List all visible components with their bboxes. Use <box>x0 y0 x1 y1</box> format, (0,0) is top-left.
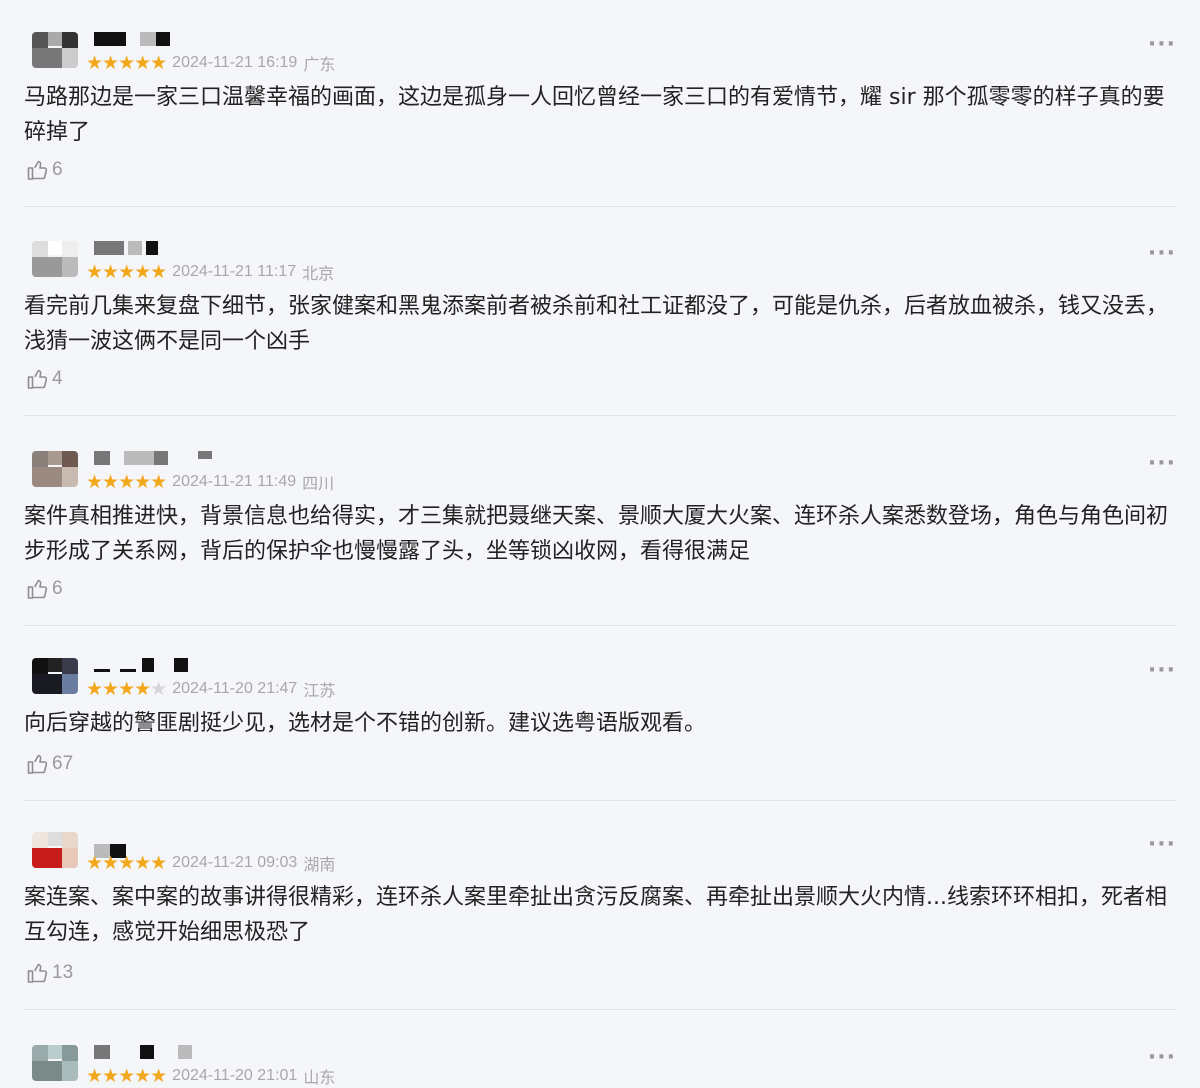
divider <box>24 625 1176 626</box>
rating-stars: ★★★★★ <box>86 852 167 874</box>
comment-text: 看完前几集来复盘下细节，张家健案和黑鬼添案前者被杀前和社工证都没了，可能是仇杀，… <box>24 294 1169 354</box>
divider <box>24 206 1176 207</box>
avatar[interactable] <box>32 241 78 277</box>
comment-meta: ★★★★★ 2024-11-21 11:49 四川 <box>86 471 334 493</box>
rating-stars: ★★★★★ <box>86 52 167 74</box>
like-count: 13 <box>52 962 74 983</box>
comment-date: 2024-11-20 21:47 <box>172 680 298 697</box>
comment-date: 2024-11-21 11:17 <box>172 263 297 280</box>
divider <box>24 800 1176 801</box>
divider <box>24 415 1176 416</box>
like-button[interactable]: 13 <box>26 961 73 985</box>
like-count: 6 <box>52 159 63 180</box>
comment-meta: ★★★★★ 2024-11-21 16:19 广东 <box>86 52 335 74</box>
comment-date: 2024-11-20 21:01 <box>172 1067 298 1084</box>
like-button[interactable]: 6 <box>26 158 63 182</box>
comment-date: 2024-11-21 11:49 <box>172 473 297 490</box>
like-count: 67 <box>52 753 74 774</box>
more-dots-icon[interactable]: ··· <box>1148 34 1176 56</box>
like-count: 6 <box>52 578 63 599</box>
like-count: 4 <box>52 368 63 389</box>
thumbs-up-icon <box>26 752 50 776</box>
thumbs-up-icon <box>26 367 50 391</box>
rating-stars: ★★★★★ <box>86 471 167 493</box>
more-dots-icon[interactable]: ··· <box>1148 834 1176 856</box>
comment-text: 马路那边是一家三口温馨幸福的画面，这边是孤身一人回忆曾经一家三口的有爱情节，耀 … <box>24 85 1165 145</box>
avatar[interactable] <box>32 832 78 868</box>
thumbs-up-icon <box>26 158 50 182</box>
comment-location: 湖南 <box>303 857 336 874</box>
comment-meta: ★★★★★ 2024-11-20 21:47 江苏 <box>86 678 335 700</box>
comment-meta: ★★★★★ 2024-11-21 09:03 湖南 <box>86 852 335 874</box>
avatar[interactable] <box>32 658 78 694</box>
more-dots-icon[interactable]: ··· <box>1148 1047 1176 1069</box>
divider <box>24 1009 1176 1010</box>
like-button[interactable]: 6 <box>26 577 63 601</box>
comment-text: 向后穿越的警匪剧挺少见，选材是个不错的创新。建议选粤语版观看。 <box>24 711 707 736</box>
comment-meta: ★★★★★ 2024-11-20 21:01 山东 <box>86 1065 335 1087</box>
comment-location: 北京 <box>302 266 335 283</box>
rating-stars: ★★★★★ <box>86 1065 167 1087</box>
avatar[interactable] <box>32 32 78 68</box>
rating-stars: ★★★★★ <box>86 678 167 700</box>
username-redacted[interactable] <box>94 241 158 255</box>
username-redacted[interactable] <box>94 1045 192 1059</box>
thumbs-up-icon <box>26 577 50 601</box>
more-dots-icon[interactable]: ··· <box>1148 453 1176 475</box>
username-redacted[interactable] <box>94 32 170 46</box>
more-dots-icon[interactable]: ··· <box>1148 243 1176 265</box>
username-redacted[interactable] <box>94 451 212 465</box>
like-button[interactable]: 4 <box>26 367 63 391</box>
username-redacted[interactable] <box>94 658 188 672</box>
comment-date: 2024-11-21 09:03 <box>172 854 298 871</box>
comment-location: 江苏 <box>303 683 336 700</box>
comment-text: 案件真相推进快，背景信息也给得实，才三集就把聂继天案、景顺大厦大火案、连环杀人案… <box>24 504 1169 564</box>
more-dots-icon[interactable]: ··· <box>1148 660 1176 682</box>
comment-text: 案连案、案中案的故事讲得很精彩，连环杀人案里牵扯出贪污反腐案、再牵扯出景顺大火内… <box>24 885 1167 945</box>
thumbs-up-icon <box>26 961 50 985</box>
comment-location: 山东 <box>303 1070 336 1087</box>
comment-location: 四川 <box>302 476 335 493</box>
comment-date: 2024-11-21 16:19 <box>172 54 298 71</box>
avatar[interactable] <box>32 451 78 487</box>
comment-meta: ★★★★★ 2024-11-21 11:17 北京 <box>86 261 334 283</box>
rating-stars: ★★★★★ <box>86 261 167 283</box>
comment-location: 广东 <box>303 57 336 74</box>
like-button[interactable]: 67 <box>26 752 73 776</box>
